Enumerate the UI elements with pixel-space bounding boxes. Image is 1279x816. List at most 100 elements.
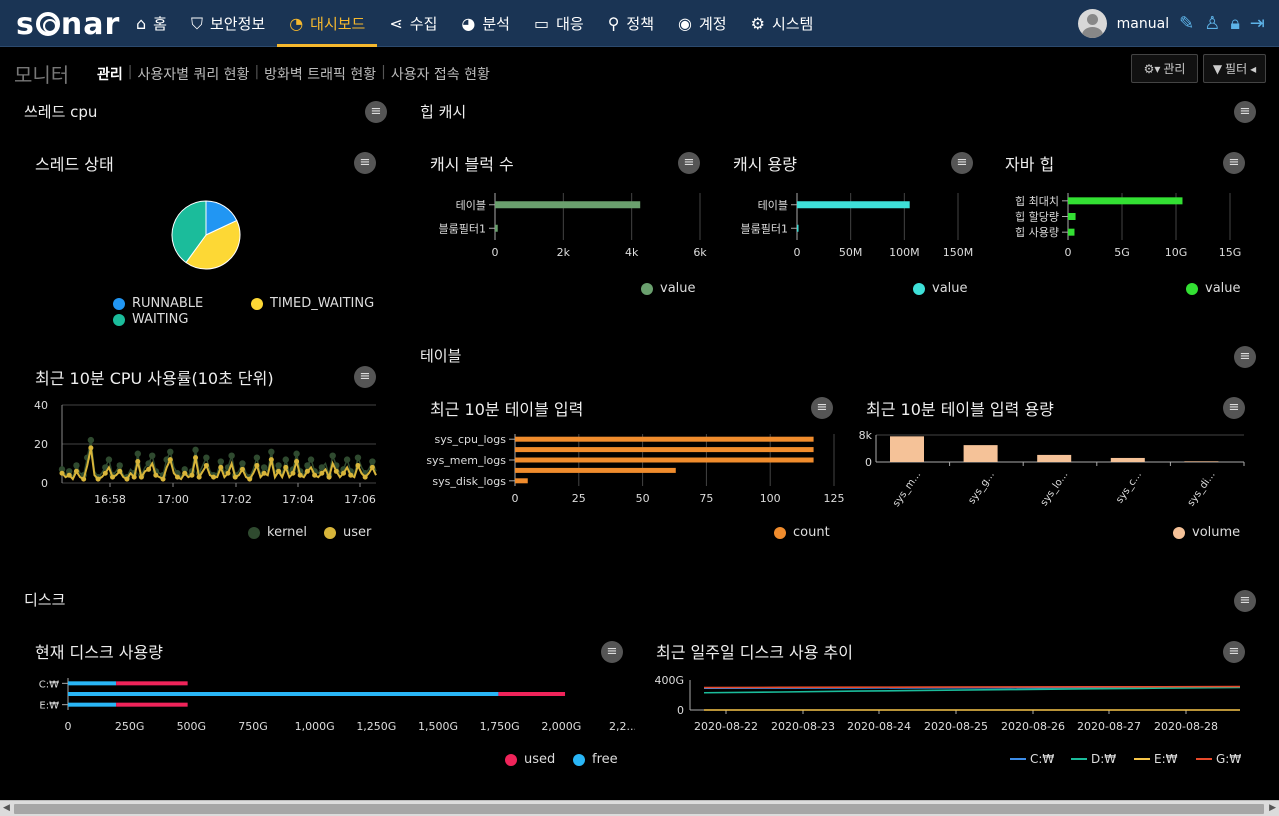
menu-icon[interactable]: ≡ bbox=[1223, 152, 1245, 174]
scroll-right-icon[interactable]: ▶ bbox=[1269, 803, 1276, 813]
data-point-kernel bbox=[369, 458, 376, 465]
nav-item-6[interactable]: ⚲ 정책 bbox=[596, 0, 666, 47]
account-icon: ◉ bbox=[678, 14, 692, 33]
x-tick-label: 750G bbox=[238, 720, 268, 733]
legend-dot bbox=[913, 282, 925, 295]
menu-icon[interactable]: ≡ bbox=[678, 152, 700, 174]
data-point-kernel bbox=[307, 456, 315, 463]
menu-icon[interactable]: ≡ bbox=[1234, 101, 1256, 123]
tab-user-query[interactable]: 사용자별 쿼리 현황 bbox=[133, 64, 253, 84]
y-tick-label: 블룸필터1 bbox=[741, 222, 788, 235]
manage-button[interactable]: ⚙▾ 관리 bbox=[1131, 54, 1198, 83]
card-title-cache-size: 캐시 용량 bbox=[733, 155, 797, 174]
x-tick-label: 2,2... bbox=[609, 720, 635, 733]
x-tick-label: 6k bbox=[693, 246, 707, 259]
y-tick-label: 0 bbox=[677, 704, 684, 717]
filter-button[interactable]: ▼ 필터 ◂ bbox=[1203, 54, 1266, 83]
data-point-user bbox=[341, 470, 347, 476]
horizontal-scrollbar[interactable]: ◀ ▶ bbox=[0, 800, 1279, 816]
legend-kernel[interactable]: kernel bbox=[248, 525, 307, 540]
legend-dot bbox=[573, 753, 585, 766]
data-point-kernel bbox=[203, 454, 210, 461]
menu-icon[interactable]: ≡ bbox=[811, 397, 833, 419]
tab-user-access[interactable]: 사용자 접속 현황 bbox=[387, 64, 494, 84]
bar-테이블 bbox=[797, 201, 910, 209]
nav-item-4[interactable]: ◕ 분석 bbox=[449, 0, 522, 47]
nav-label: 분석 bbox=[482, 15, 510, 33]
nav-item-5[interactable]: ▭ 대응 bbox=[522, 0, 596, 47]
sub-header: 모니터 관리 | 사용자별 쿼리 현황 | 방화벽 트래픽 현황 | 사용자 접속 현… bbox=[0, 47, 1279, 95]
card-title-disk-week: 최근 일주일 디스크 사용 추이 bbox=[656, 643, 853, 662]
bar-sys_c... bbox=[1110, 457, 1145, 462]
legend-disk-d[interactable]: D:₩ bbox=[1071, 752, 1116, 766]
legend-cache-blocks-value[interactable]: value bbox=[641, 281, 696, 296]
menu-icon[interactable]: ≡ bbox=[365, 101, 387, 123]
scroll-left-icon[interactable]: ◀ bbox=[3, 803, 10, 813]
user-name[interactable]: manual bbox=[1117, 16, 1169, 32]
avatar[interactable] bbox=[1077, 9, 1107, 38]
nav-item-3[interactable]: ⋖ 수집 bbox=[377, 0, 449, 47]
y-tick-label: 테이블 bbox=[456, 199, 486, 212]
legend-timed-waiting[interactable]: TIMED_WAITING bbox=[251, 296, 374, 311]
lock-icon[interactable]: 🔒︎ bbox=[1230, 13, 1240, 34]
card-title-cpu-usage: 최근 10분 CPU 사용률(10초 단위) bbox=[35, 369, 274, 388]
menu-icon[interactable]: ≡ bbox=[354, 152, 376, 174]
menu-icon[interactable]: ≡ bbox=[601, 641, 623, 663]
logout-icon[interactable]: ⇥ bbox=[1250, 13, 1265, 34]
data-point-user bbox=[355, 462, 361, 468]
tab-firewall-traffic[interactable]: 방화벽 트래픽 현황 bbox=[260, 64, 380, 84]
cache-blocks-bar-chart: 0 2k 4k 6k 테이블블룸필터1 bbox=[439, 193, 707, 259]
data-point-user bbox=[153, 472, 159, 478]
nav-item-1[interactable]: ⛉ 보안정보 bbox=[179, 0, 277, 47]
legend-count[interactable]: count bbox=[774, 525, 830, 540]
data-point-user bbox=[135, 459, 141, 465]
legend-disk-e[interactable]: E:₩ bbox=[1134, 752, 1178, 766]
nav-item-7[interactable]: ◉ 계정 bbox=[666, 0, 739, 47]
legend-volume[interactable]: volume bbox=[1173, 525, 1240, 540]
data-point-user bbox=[218, 464, 224, 470]
legend-user[interactable]: user bbox=[324, 525, 371, 540]
legend-disk-g[interactable]: G:₩ bbox=[1196, 752, 1241, 766]
nav-item-2[interactable]: ◔ 대시보드 bbox=[277, 0, 378, 47]
card-title-table-input: 최근 10분 테이블 입력 bbox=[430, 400, 584, 419]
sonar-logo[interactable]: s nar bbox=[16, 7, 120, 42]
data-point-kernel bbox=[260, 464, 268, 471]
caret-left-icon: ◂ bbox=[1250, 61, 1257, 76]
bar-row3 bbox=[515, 467, 676, 473]
sub-tabs: 관리 | 사용자별 쿼리 현황 | 방화벽 트래픽 현황 | 사용자 접속 현황 bbox=[93, 64, 494, 84]
x-tick-label: 10G bbox=[1165, 246, 1188, 259]
scrollbar-thumb[interactable] bbox=[14, 804, 1264, 814]
menu-icon[interactable]: ≡ bbox=[1234, 346, 1256, 368]
x-tick-label: 0 bbox=[1065, 246, 1072, 259]
legend-waiting[interactable]: WAITING bbox=[113, 312, 188, 327]
legend-java-heap-value[interactable]: value bbox=[1186, 281, 1241, 296]
menu-icon[interactable]: ≡ bbox=[1223, 641, 1245, 663]
data-point-kernel bbox=[134, 450, 141, 457]
data-point-kernel bbox=[228, 452, 235, 459]
data-point-user bbox=[196, 474, 202, 480]
tab-manage[interactable]: 관리 bbox=[93, 64, 127, 84]
data-point-user bbox=[110, 474, 116, 480]
nav-item-8[interactable]: ⚙ 시스템 bbox=[739, 0, 826, 47]
table-input-bar-chart: 0 25 50 75 100 125 sys_cpu_logs sys_mem_logssys… bbox=[426, 433, 844, 505]
x-tick-label: sys_c... bbox=[1114, 469, 1144, 505]
series-line-G:₩ bbox=[703, 685, 1241, 689]
legend-dot bbox=[113, 297, 125, 310]
x-tick-label: 100M bbox=[889, 246, 920, 259]
user-outline-icon[interactable]: ♙ bbox=[1204, 13, 1220, 34]
legend-runnable[interactable]: RUNNABLE bbox=[113, 296, 203, 311]
legend-free[interactable]: free bbox=[573, 752, 618, 767]
menu-icon[interactable]: ≡ bbox=[354, 366, 376, 388]
legend-disk-c[interactable]: C:₩ bbox=[1010, 752, 1054, 766]
data-point-kernel bbox=[87, 436, 95, 444]
legend-cache-size-value[interactable]: value bbox=[913, 281, 968, 296]
nav-item-0[interactable]: ⌂ 홈 bbox=[124, 0, 179, 47]
ruler-icon[interactable]: ✎ bbox=[1179, 13, 1194, 34]
legend-used[interactable]: used bbox=[505, 752, 555, 767]
menu-icon[interactable]: ≡ bbox=[1223, 397, 1245, 419]
data-point-user bbox=[283, 464, 289, 470]
menu-icon[interactable]: ≡ bbox=[951, 152, 973, 174]
menu-icon[interactable]: ≡ bbox=[1234, 590, 1256, 612]
x-tick-label: 2020-08-28 bbox=[1154, 720, 1218, 733]
gear-icon: ⚙▾ bbox=[1143, 61, 1161, 76]
